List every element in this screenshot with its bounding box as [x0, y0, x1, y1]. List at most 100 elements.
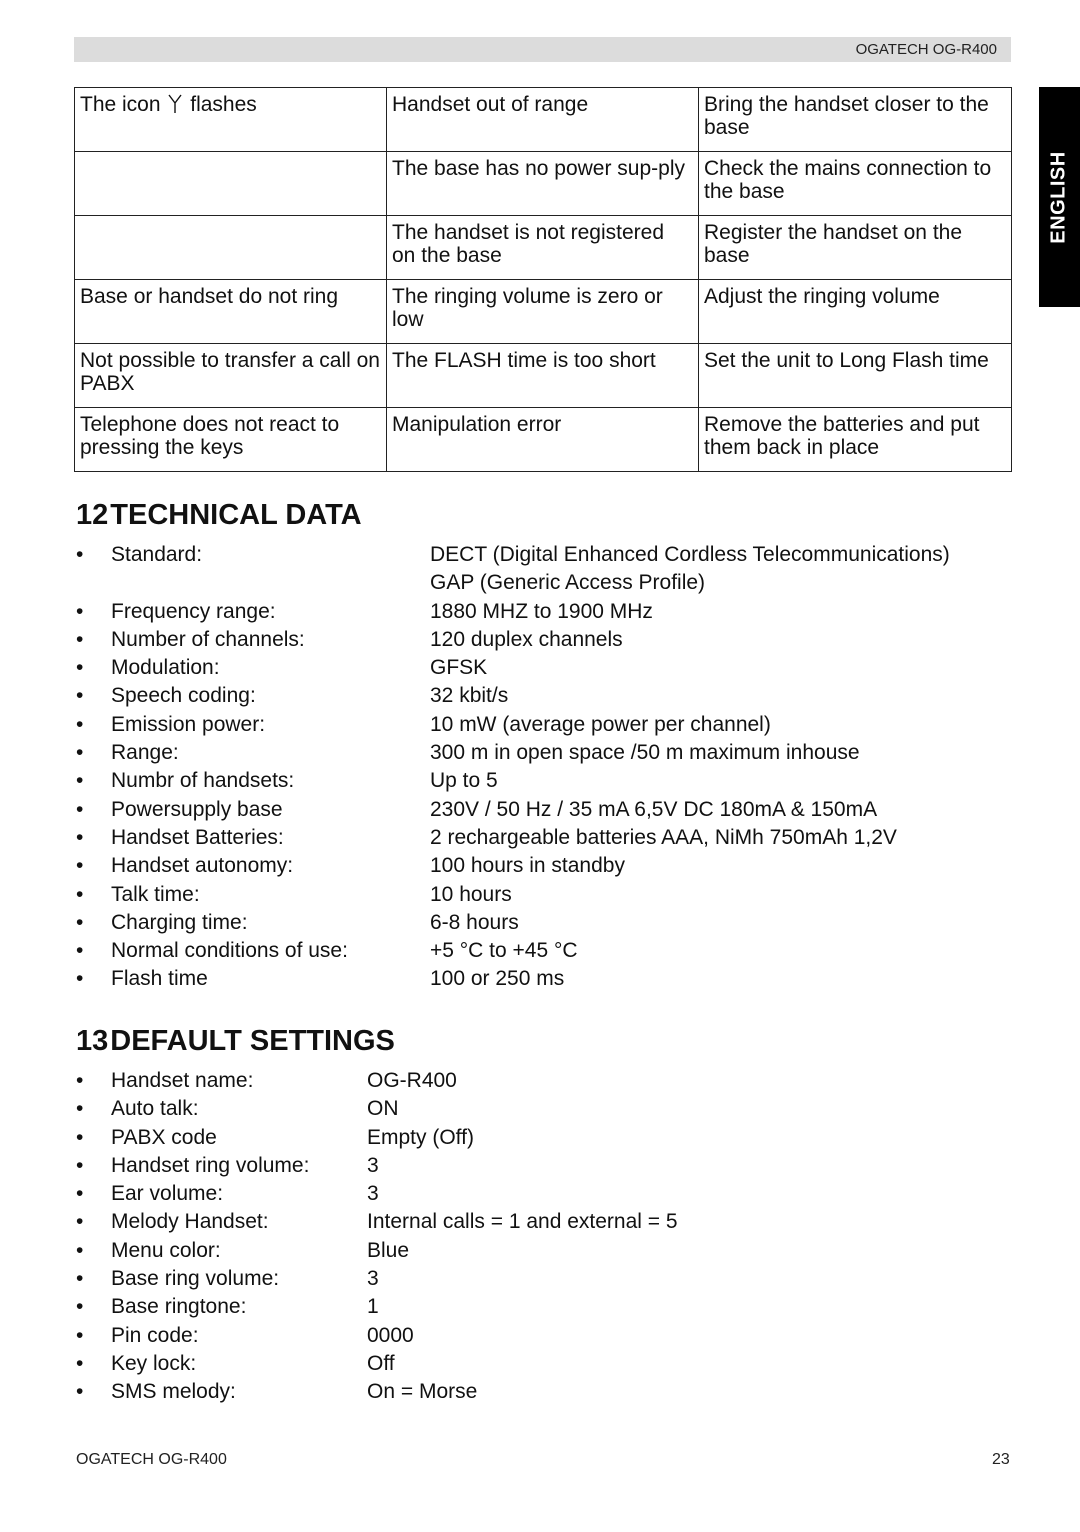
list-item: • Flash time 100 or 250 ms [76, 965, 950, 993]
item-label: Base ringtone: [111, 1295, 247, 1319]
bullet-icon: • [76, 1380, 84, 1404]
bullet-icon: • [76, 1210, 84, 1234]
solution-cell: Check the mains connection to the base [698, 151, 1012, 216]
page-number: 23 [992, 1451, 1010, 1468]
language-tab-label: ENGLISH [1048, 150, 1070, 244]
item-value: 300 m in open space /50 m maximum inhous… [430, 741, 860, 765]
list-item: • Charging time: 6-8 hours [76, 909, 950, 937]
item-label: Auto talk: [111, 1097, 199, 1121]
table-row: Base or handset do not ring The ringing v… [74, 279, 1012, 344]
solution-cell: Register the handset on the base [698, 215, 1012, 280]
section-title: DEFAULT SETTINGS [110, 1025, 395, 1057]
bullet-icon: • [76, 656, 84, 680]
item-value: 100 or 250 ms [430, 967, 565, 991]
bullet-icon [76, 569, 111, 597]
item-value: 230V / 50 Hz / 35 mA 6,5V DC 180mA & 150… [430, 797, 878, 821]
solution-cell: Bring the handset closer to the base [698, 87, 1012, 152]
item-value: GAP (Generic Access Profile) [430, 571, 706, 595]
antenna-icon [168, 94, 182, 119]
item-label: Range: [111, 741, 179, 765]
item-label: Charging time: [111, 910, 248, 934]
bullet-icon: • [76, 854, 84, 878]
bullet-icon: • [76, 967, 84, 991]
problem-text: The icon [80, 93, 161, 116]
cause-cell: The FLASH time is too short [386, 343, 699, 408]
bullet-icon: • [76, 939, 84, 963]
list-item: • Handset Batteries: 2 rechargeable batter… [76, 824, 950, 852]
list-item: • Frequency range: 1880 MHZ to 1900 MHz [76, 598, 950, 626]
list-item: • Handset ring volume: 3 [76, 1152, 678, 1180]
bullet-icon: • [76, 627, 84, 651]
item-label: Base ring volume: [111, 1267, 280, 1291]
item-value: Up to 5 [430, 769, 498, 793]
section-number: 12 [76, 499, 109, 531]
language-tab: ENGLISH [1039, 87, 1080, 307]
bullet-icon: • [76, 741, 84, 765]
list-item: • Number of channels: 120 duplex channels [76, 626, 950, 654]
bullet-icon: • [76, 797, 84, 821]
bullet-icon: • [76, 1267, 84, 1291]
item-value: Internal calls = 1 and external = 5 [367, 1210, 678, 1234]
list-item: • Base ringtone: 1 [76, 1293, 678, 1321]
problem-cell: The icon flashes [74, 87, 387, 152]
problem-cell [74, 215, 387, 280]
bullet-icon: • [76, 712, 84, 736]
bullet-icon: • [76, 684, 84, 708]
item-label: Key lock: [111, 1351, 197, 1375]
item-label: Modulation: [111, 656, 220, 680]
item-label [111, 569, 430, 597]
list-item: • Menu color: Blue [76, 1237, 678, 1265]
item-label: Normal conditions of use: [111, 939, 348, 963]
item-label: Frequency range: [111, 599, 276, 623]
list-item: • Auto talk: ON [76, 1095, 678, 1123]
item-value: 2 rechargeable batteries AAA, NiMh 750mA… [430, 825, 897, 849]
table-row: Telephone does not react to pressing the… [74, 407, 1012, 472]
list-item: • Range: 300 m in open space /50 m maximum… [76, 739, 950, 767]
item-value: On = Morse [367, 1380, 478, 1404]
running-header: OGATECH OG-R400 [74, 37, 1011, 62]
default-settings-list: • Handset name: OG-R400 • Auto talk: ON • PABX … [76, 1067, 678, 1407]
technical-data-list: • Standard: DECT (Digital Enhanced Cordles… [76, 541, 950, 994]
problem-cell: Not possible to transfer a call on PABX [74, 343, 387, 408]
item-label: SMS melody: [111, 1380, 236, 1404]
cause-cell: Handset out of range [386, 87, 699, 152]
item-value: DECT (Digital Enhanced Cordless Telecomm… [430, 543, 950, 566]
header-title: OGATECH OG-R400 [855, 41, 997, 58]
item-value: 1880 MHZ to 1900 MHz [430, 599, 653, 623]
list-item: • Key lock: Off [76, 1350, 678, 1378]
bullet-icon: • [76, 1238, 84, 1262]
list-item: • Standard: DECT (Digital Enhanced Cordles… [76, 541, 950, 569]
list-item: • Talk time: 10 hours [76, 881, 950, 909]
bullet-icon: • [76, 543, 84, 566]
list-item: • Modulation: GFSK [76, 654, 950, 682]
item-label: Menu color: [111, 1238, 221, 1262]
bullet-icon: • [76, 1153, 84, 1177]
item-label: Standard: [111, 543, 203, 566]
item-label: Handset Batteries: [111, 825, 284, 849]
problem-cell: Base or handset do not ring [74, 279, 387, 344]
bullet-icon: • [76, 769, 84, 793]
item-value: Off [367, 1351, 395, 1375]
item-value: +5 °C to +45 °C [430, 939, 578, 963]
item-value: 0000 [367, 1323, 414, 1347]
section-number: 13 [76, 1025, 109, 1057]
item-label: Speech coding: [111, 684, 256, 708]
cause-cell: The handset is not registered on the bas… [386, 215, 699, 280]
list-item: • Pin code: 0000 [76, 1322, 678, 1350]
table-row: The base has no power sup-ply Check the m… [74, 151, 1012, 216]
item-label: Melody Handset: [111, 1210, 269, 1234]
section-title: TECHNICAL DATA [110, 499, 362, 531]
list-item: GAP (Generic Access Profile) [76, 569, 950, 597]
item-value: GFSK [430, 656, 488, 680]
list-item: • Base ring volume: 3 [76, 1265, 678, 1293]
item-value: Blue [367, 1238, 410, 1262]
bullet-icon: • [76, 1125, 84, 1149]
item-value: 6-8 hours [430, 910, 519, 934]
item-value: 32 kbit/s [430, 684, 509, 708]
item-label: Handset name: [111, 1069, 254, 1092]
item-label: Ear volume: [111, 1182, 224, 1206]
list-item: • Handset name: OG-R400 [76, 1067, 678, 1095]
item-value: 100 hours in standby [430, 854, 625, 878]
problem-text: flashes [190, 93, 257, 116]
bullet-icon: • [76, 910, 84, 934]
